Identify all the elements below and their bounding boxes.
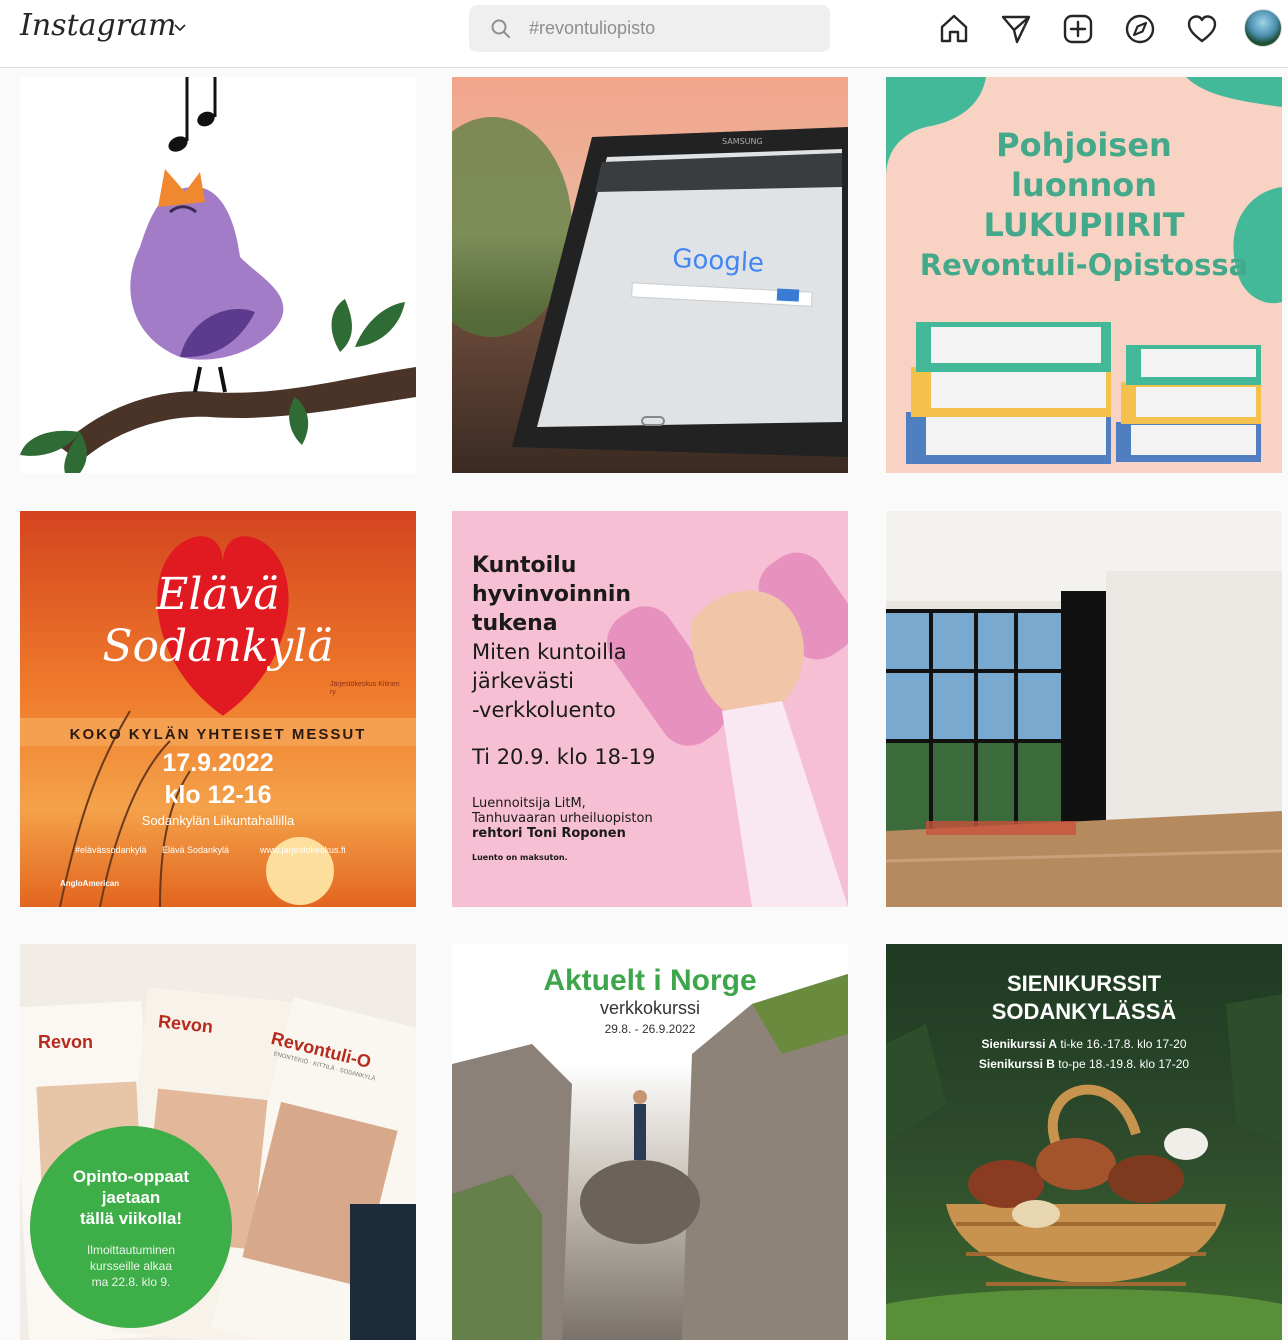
kuntoilu-sub2: järkevästi	[472, 669, 574, 693]
kuntoilu-lecturer2: Tanhuvaaran urheiluopiston	[472, 811, 653, 826]
aktuelt-dates: 29.8. - 26.9.2022	[604, 1022, 696, 1036]
search-input[interactable]: #revontuliopisto	[469, 5, 830, 52]
music-notes	[168, 77, 217, 152]
kuntoilu-when: Ti 20.9. klo 18-19	[472, 745, 656, 769]
kuntoilu-lecturer3: rehtori Toni Roponen	[472, 826, 626, 841]
kuntoilu-title3: tukena	[472, 611, 558, 636]
aktuelt-title: Aktuelt i Norge	[543, 964, 757, 997]
badge-info1: Ilmoittautuminen	[86, 1243, 176, 1257]
sieni-title2: SODANKYLÄSSÄ	[991, 999, 1177, 1024]
brochure-brand-1: Revon	[38, 1032, 94, 1052]
sieni-a-label: Sienikurssi A	[981, 1037, 1058, 1051]
sieni-b-label: Sienikurssi B	[978, 1057, 1055, 1071]
search-value: #revontuliopisto	[529, 18, 656, 38]
badge-line2: jaetaan	[101, 1188, 161, 1207]
badge-info3: ma 22.8. klo 9.	[91, 1275, 171, 1289]
post-tile-kuntoilu[interactable]: Kuntoilu hyvinvoinnin tukena Miten kunto…	[452, 511, 848, 907]
post-tile-gym-hall[interactable]	[886, 511, 1282, 907]
post-tile-sienikurssit[interactable]: SIENIKURSSIT SODANKYLÄSSÄ Sienikurssi A …	[886, 944, 1282, 1340]
sieni-a-when: ti-ke 16.-17.8. klo 17-20	[1060, 1037, 1187, 1051]
tablet-brand: SAMSUNG	[722, 137, 763, 146]
search-icon	[491, 19, 510, 38]
singing-bird-illustration	[20, 77, 416, 473]
post-tile-elava-sodankyla[interactable]: Elävä Sodankylä Järjestökeskus Kitinen r…	[20, 511, 416, 907]
kuntoilu-sub1: Miten kuntoilla	[472, 640, 627, 664]
explore-icon[interactable]	[1123, 12, 1157, 46]
sieni-title1: SIENIKURSSIT	[1006, 971, 1162, 996]
kuntoilu-lecturer1: Luennoitsija LitM,	[472, 796, 586, 811]
elava-venue: Sodankylän Liikuntahallilla	[141, 813, 295, 828]
badge-line1: Opinto-oppaat	[72, 1167, 190, 1186]
badge-info2: kursseille alkaa	[89, 1259, 173, 1273]
elava-hashtag: #elävässodankylä	[75, 845, 147, 855]
elava-page: Elävä Sodankylä	[162, 845, 230, 855]
sieni-b-when: to-pe 18.-19.8. klo 17-20	[1058, 1057, 1190, 1071]
elava-date: 17.9.2022	[162, 749, 274, 777]
lukupiirit-line2: luonnon	[1010, 166, 1158, 204]
profile-avatar[interactable]	[1244, 9, 1282, 47]
anglo-american-logo: AngloAmerican	[60, 879, 120, 888]
elava-title-line2: Sodankylä	[102, 621, 334, 672]
opinto-badge: Opinto-oppaat jaetaan tällä viikolla! Il…	[30, 1126, 232, 1328]
lukupiirit-line1: Pohjoisen	[996, 126, 1172, 164]
post-tile-aktuelt-i-norge[interactable]: Aktuelt i Norge verkkokurssi 29.8. - 26.…	[452, 944, 848, 1340]
tablet-photo: SAMSUNG Google	[452, 117, 848, 457]
elava-time: klo 12-16	[164, 781, 272, 809]
chevron-down-icon[interactable]	[172, 20, 188, 36]
lukupiirit-line4: Revontuli-Opistossa	[919, 248, 1249, 282]
branch	[60, 367, 416, 462]
home-icon[interactable]	[937, 12, 971, 46]
lukupiirit-line3: LUKUPIIRIT	[983, 206, 1185, 244]
kuntoilu-title1: Kuntoilu	[472, 553, 577, 578]
elava-web: www.jarjestokeskus.fi	[260, 845, 346, 855]
post-tile-opinto-oppaat[interactable]: Revon Revon Revontuli-O ENONTEKIÖ · KITT…	[20, 944, 416, 1340]
new-post-icon[interactable]	[1061, 12, 1095, 46]
top-navigation-bar: Instagram #revontuliopisto	[0, 0, 1288, 68]
activity-heart-icon[interactable]	[1185, 12, 1219, 46]
instagram-logo[interactable]: Instagram	[20, 8, 176, 43]
kuntoilu-sub3: -verkkoluento	[472, 698, 616, 722]
elava-org: Järjestökeskus Kitinen ry	[330, 681, 400, 696]
elava-title-line1: Elävä	[156, 569, 280, 620]
post-tile-tablet[interactable]: SAMSUNG Google	[452, 77, 848, 473]
kuntoilu-note: Luento on maksuton.	[472, 853, 568, 862]
direct-message-icon[interactable]	[999, 12, 1033, 46]
google-logo: Google	[672, 244, 765, 279]
aktuelt-subtitle: verkkokurssi	[599, 998, 701, 1018]
book-stack-left	[906, 322, 1111, 464]
elava-headline: KOKO KYLÄN YHTEISET MESSUT	[69, 726, 367, 743]
badge-line3: tällä viikolla!	[79, 1209, 183, 1228]
post-tile-lukupiirit[interactable]: Pohjoisen luonnon LUKUPIIRIT Revontuli-O…	[886, 77, 1282, 473]
kuntoilu-title2: hyvinvoinnin	[472, 582, 632, 607]
post-tile-bird[interactable]	[20, 77, 416, 473]
book-stack-right	[1116, 345, 1261, 462]
gym-hall-photo	[886, 511, 1282, 907]
